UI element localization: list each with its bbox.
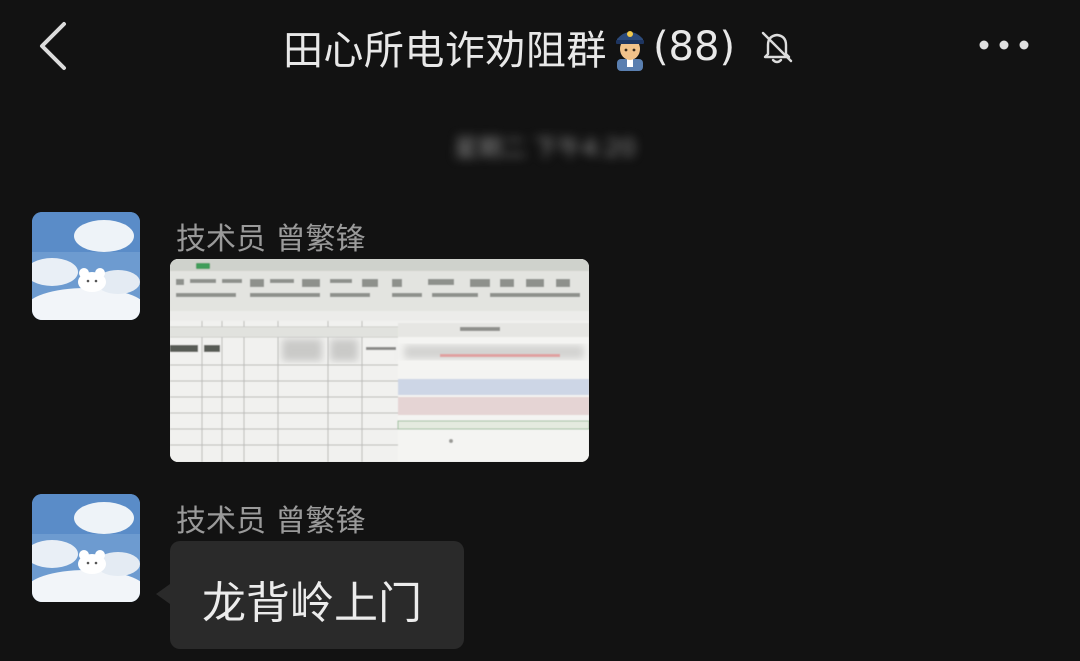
spreadsheet-screenshot-image [170, 259, 589, 462]
sender-avatar[interactable] [32, 212, 140, 320]
sender-avatar[interactable] [32, 494, 140, 602]
back-button[interactable] [30, 18, 80, 74]
more-dots-icon [979, 40, 1029, 50]
member-count: (88) [652, 24, 736, 70]
message-text: 龙背岭上门 [202, 578, 422, 629]
message-timestamp: 星期二 下午4:20 [454, 134, 636, 162]
chevron-left-icon [40, 22, 66, 70]
chat-title-bar[interactable]: 田心所电诈劝阻群 (88) [240, 18, 840, 76]
spreadsheet-image-message[interactable] [170, 259, 589, 462]
sky-cloud-bear-avatar [32, 494, 140, 602]
chat-header: 田心所电诈劝阻群 (88) [0, 0, 1080, 96]
police-officer-icon [615, 31, 644, 71]
sky-cloud-bear-avatar [32, 212, 140, 320]
bell-off-icon [761, 31, 793, 64]
group-title: 田心所电诈劝阻群 [282, 28, 607, 74]
sender-name: 技术员 曾繁锋 [176, 222, 366, 257]
text-message-bubble[interactable]: 龙背岭上门 [170, 541, 464, 649]
bubble-tail [156, 584, 170, 604]
sender-name: 技术员 曾繁锋 [176, 504, 366, 539]
more-options-button[interactable] [974, 30, 1034, 60]
chat-screen: 田心所电诈劝阻群 (88) 星期二 下午4:20 技术员 曾繁锋 技术员 曾繁锋… [0, 0, 1080, 661]
